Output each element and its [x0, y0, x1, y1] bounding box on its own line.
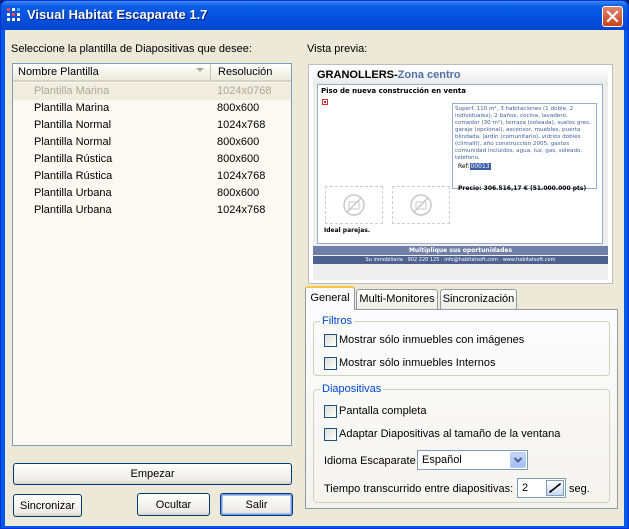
- list-item-resolution: 800x600: [217, 102, 260, 114]
- preview-title-zone: Zona centro: [397, 69, 461, 81]
- filters-group-title: Filtros: [320, 315, 354, 327]
- template-prompt: Seleccione la plantilla de Diapositivas …: [11, 43, 252, 55]
- list-item[interactable]: Plantilla Normal 1024x768: [13, 117, 291, 134]
- preview-card: Piso de nueva construcción en venta Supe…: [317, 84, 603, 244]
- exit-button[interactable]: Salir: [220, 493, 293, 516]
- interval-spin-buttons[interactable]: [546, 480, 564, 496]
- list-item[interactable]: Plantilla Urbana 1024x768: [13, 202, 291, 219]
- interval-label: Tiempo transcurrido entre diapositivas:: [324, 483, 514, 495]
- language-select-value: Español: [422, 454, 462, 466]
- chevron-down-icon: [513, 457, 523, 463]
- preview-ref-label: Ref:: [458, 163, 470, 170]
- list-item-name: Plantilla Urbana: [34, 204, 112, 216]
- filter-images-label[interactable]: Mostrar sólo inmuebles con imágenes: [339, 334, 524, 346]
- broken-image-icon: [322, 99, 328, 105]
- preview-note: Ideal parejas.: [324, 227, 371, 234]
- slides-group: Diapositivas Pantalla completa Adaptar D…: [313, 383, 610, 503]
- column-header-resolution[interactable]: Resolución: [212, 64, 290, 80]
- preview-reference: Ref:00013: [458, 163, 491, 170]
- tab-sincronizacion[interactable]: Sincronización: [440, 289, 517, 310]
- client-area: Seleccione la plantilla de Diapositivas …: [5, 30, 624, 526]
- list-item-resolution: 800x600: [217, 153, 260, 165]
- list-item-name: Plantilla Marina: [34, 85, 110, 97]
- exit-button-label: Salir: [245, 499, 268, 511]
- list-item-resolution: 1024x768: [217, 119, 266, 131]
- image-placeholder: [325, 186, 383, 224]
- preview-panel: GRANOLLERS-Zona centro Piso de nueva con…: [308, 64, 613, 284]
- preview-title: GRANOLLERS-Zona centro: [317, 69, 461, 81]
- window-title: Visual Habitat Escaparate 1.7: [27, 7, 208, 22]
- sync-button-label: Sincronizar: [19, 500, 76, 512]
- hide-button[interactable]: Ocultar: [137, 493, 210, 516]
- list-item-name: Plantilla Normal: [34, 136, 112, 148]
- filter-images-checkbox[interactable]: [324, 334, 337, 347]
- template-list[interactable]: Nombre Plantilla Resolución Plantilla Ma…: [12, 63, 292, 446]
- column-resolution-label: Resolución: [218, 66, 273, 78]
- filters-group: Filtros Mostrar sólo inmuebles con imáge…: [313, 315, 610, 376]
- fullscreen-checkbox[interactable]: [324, 405, 337, 418]
- hide-button-label: Ocultar: [155, 499, 192, 511]
- close-button[interactable]: [602, 6, 623, 27]
- preview-header: GRANOLLERS-Zona centro: [313, 68, 608, 85]
- list-item-resolution: 1024x768: [217, 170, 266, 182]
- tab-multi-monitores[interactable]: Multi-Monitores: [356, 289, 438, 310]
- preview-label: Vista previa:: [307, 43, 368, 55]
- language-dropdown-button[interactable]: [510, 452, 526, 468]
- list-item-name: Plantilla Marina: [34, 102, 110, 114]
- start-button-label: Empezar: [130, 468, 175, 480]
- preview-ref-value: 00013: [469, 163, 491, 170]
- list-item-resolution: 800x600: [217, 136, 260, 148]
- interval-value: 2: [522, 482, 529, 494]
- sync-button[interactable]: Sincronizar: [13, 494, 82, 517]
- list-item[interactable]: Plantilla Rústica 1024x768: [13, 168, 291, 185]
- fullscreen-label[interactable]: Pantalla completa: [339, 405, 426, 417]
- adapt-window-label[interactable]: Adaptar Diapositivas al tamaño de la ven…: [339, 428, 560, 440]
- list-item-name: Plantilla Rústica: [34, 170, 113, 182]
- filter-internal-label[interactable]: Mostrar sólo inmuebles Internos: [339, 357, 496, 369]
- start-button[interactable]: Empezar: [13, 463, 292, 485]
- column-header-name[interactable]: Nombre Plantilla: [13, 64, 211, 80]
- sort-arrow-icon: [196, 68, 204, 72]
- preview-footer: Multiplique sus oportunidades: [313, 246, 608, 255]
- tab-general-label: General: [310, 292, 350, 304]
- column-name-label: Nombre Plantilla: [18, 66, 99, 78]
- list-item-resolution: 1024x768: [217, 204, 266, 216]
- filter-internal-checkbox[interactable]: [324, 357, 337, 370]
- no-photo-icon: [410, 194, 432, 216]
- list-item[interactable]: Plantilla Marina 1024x0768: [13, 83, 291, 100]
- app-icon: [7, 8, 20, 21]
- list-item-name: Plantilla Rústica: [34, 153, 113, 165]
- list-item[interactable]: Plantilla Normal 800x600: [13, 134, 291, 151]
- app-window: Visual Habitat Escaparate 1.7 Seleccione…: [0, 0, 629, 529]
- interval-unit: seg.: [569, 483, 590, 495]
- list-item-resolution: 800x600: [217, 187, 260, 199]
- language-select[interactable]: Español: [417, 450, 528, 470]
- preview-title-town: GRANOLLERS-: [317, 69, 398, 81]
- list-item-resolution: 1024x0768: [217, 85, 272, 97]
- general-tab-panel: Filtros Mostrar sólo inmuebles con imáge…: [305, 309, 618, 509]
- preview-description: Superf. 110 m², 3 habitaciones (1 doble,…: [452, 103, 597, 189]
- tab-sincronizacion-label: Sincronización: [442, 293, 515, 305]
- slides-group-title: Diapositivas: [320, 383, 384, 395]
- tab-multi-monitores-label: Multi-Monitores: [359, 293, 435, 305]
- list-item-name: Plantilla Urbana: [34, 187, 112, 199]
- list-header: Nombre Plantilla Resolución: [13, 64, 291, 82]
- spin-arrows-icon: [549, 483, 561, 493]
- preview-slide: GRANOLLERS-Zona centro Piso de nueva con…: [313, 68, 608, 280]
- preview-footer-contact: Su inmobiliaria · 902 220 125 · info@hab…: [313, 256, 608, 264]
- list-item[interactable]: Plantilla Marina 800x600: [13, 100, 291, 117]
- interval-spinbox[interactable]: 2: [517, 478, 566, 498]
- preview-price: Precio: 306.516,17 € (51.000.000 pts): [458, 185, 587, 192]
- list-item[interactable]: Plantilla Rústica 800x600: [13, 151, 291, 168]
- list-item[interactable]: Plantilla Urbana 800x600: [13, 185, 291, 202]
- title-bar[interactable]: Visual Habitat Escaparate 1.7: [1, 1, 628, 30]
- image-placeholder: [392, 186, 450, 224]
- language-label: Idioma Escaparate: [324, 455, 416, 467]
- adapt-window-checkbox[interactable]: [324, 428, 337, 441]
- close-icon: [606, 10, 619, 23]
- preview-subtitle: Piso de nueva construcción en venta: [321, 87, 466, 95]
- no-photo-icon: [343, 194, 365, 216]
- tab-general[interactable]: General: [305, 286, 355, 310]
- list-item-name: Plantilla Normal: [34, 119, 112, 131]
